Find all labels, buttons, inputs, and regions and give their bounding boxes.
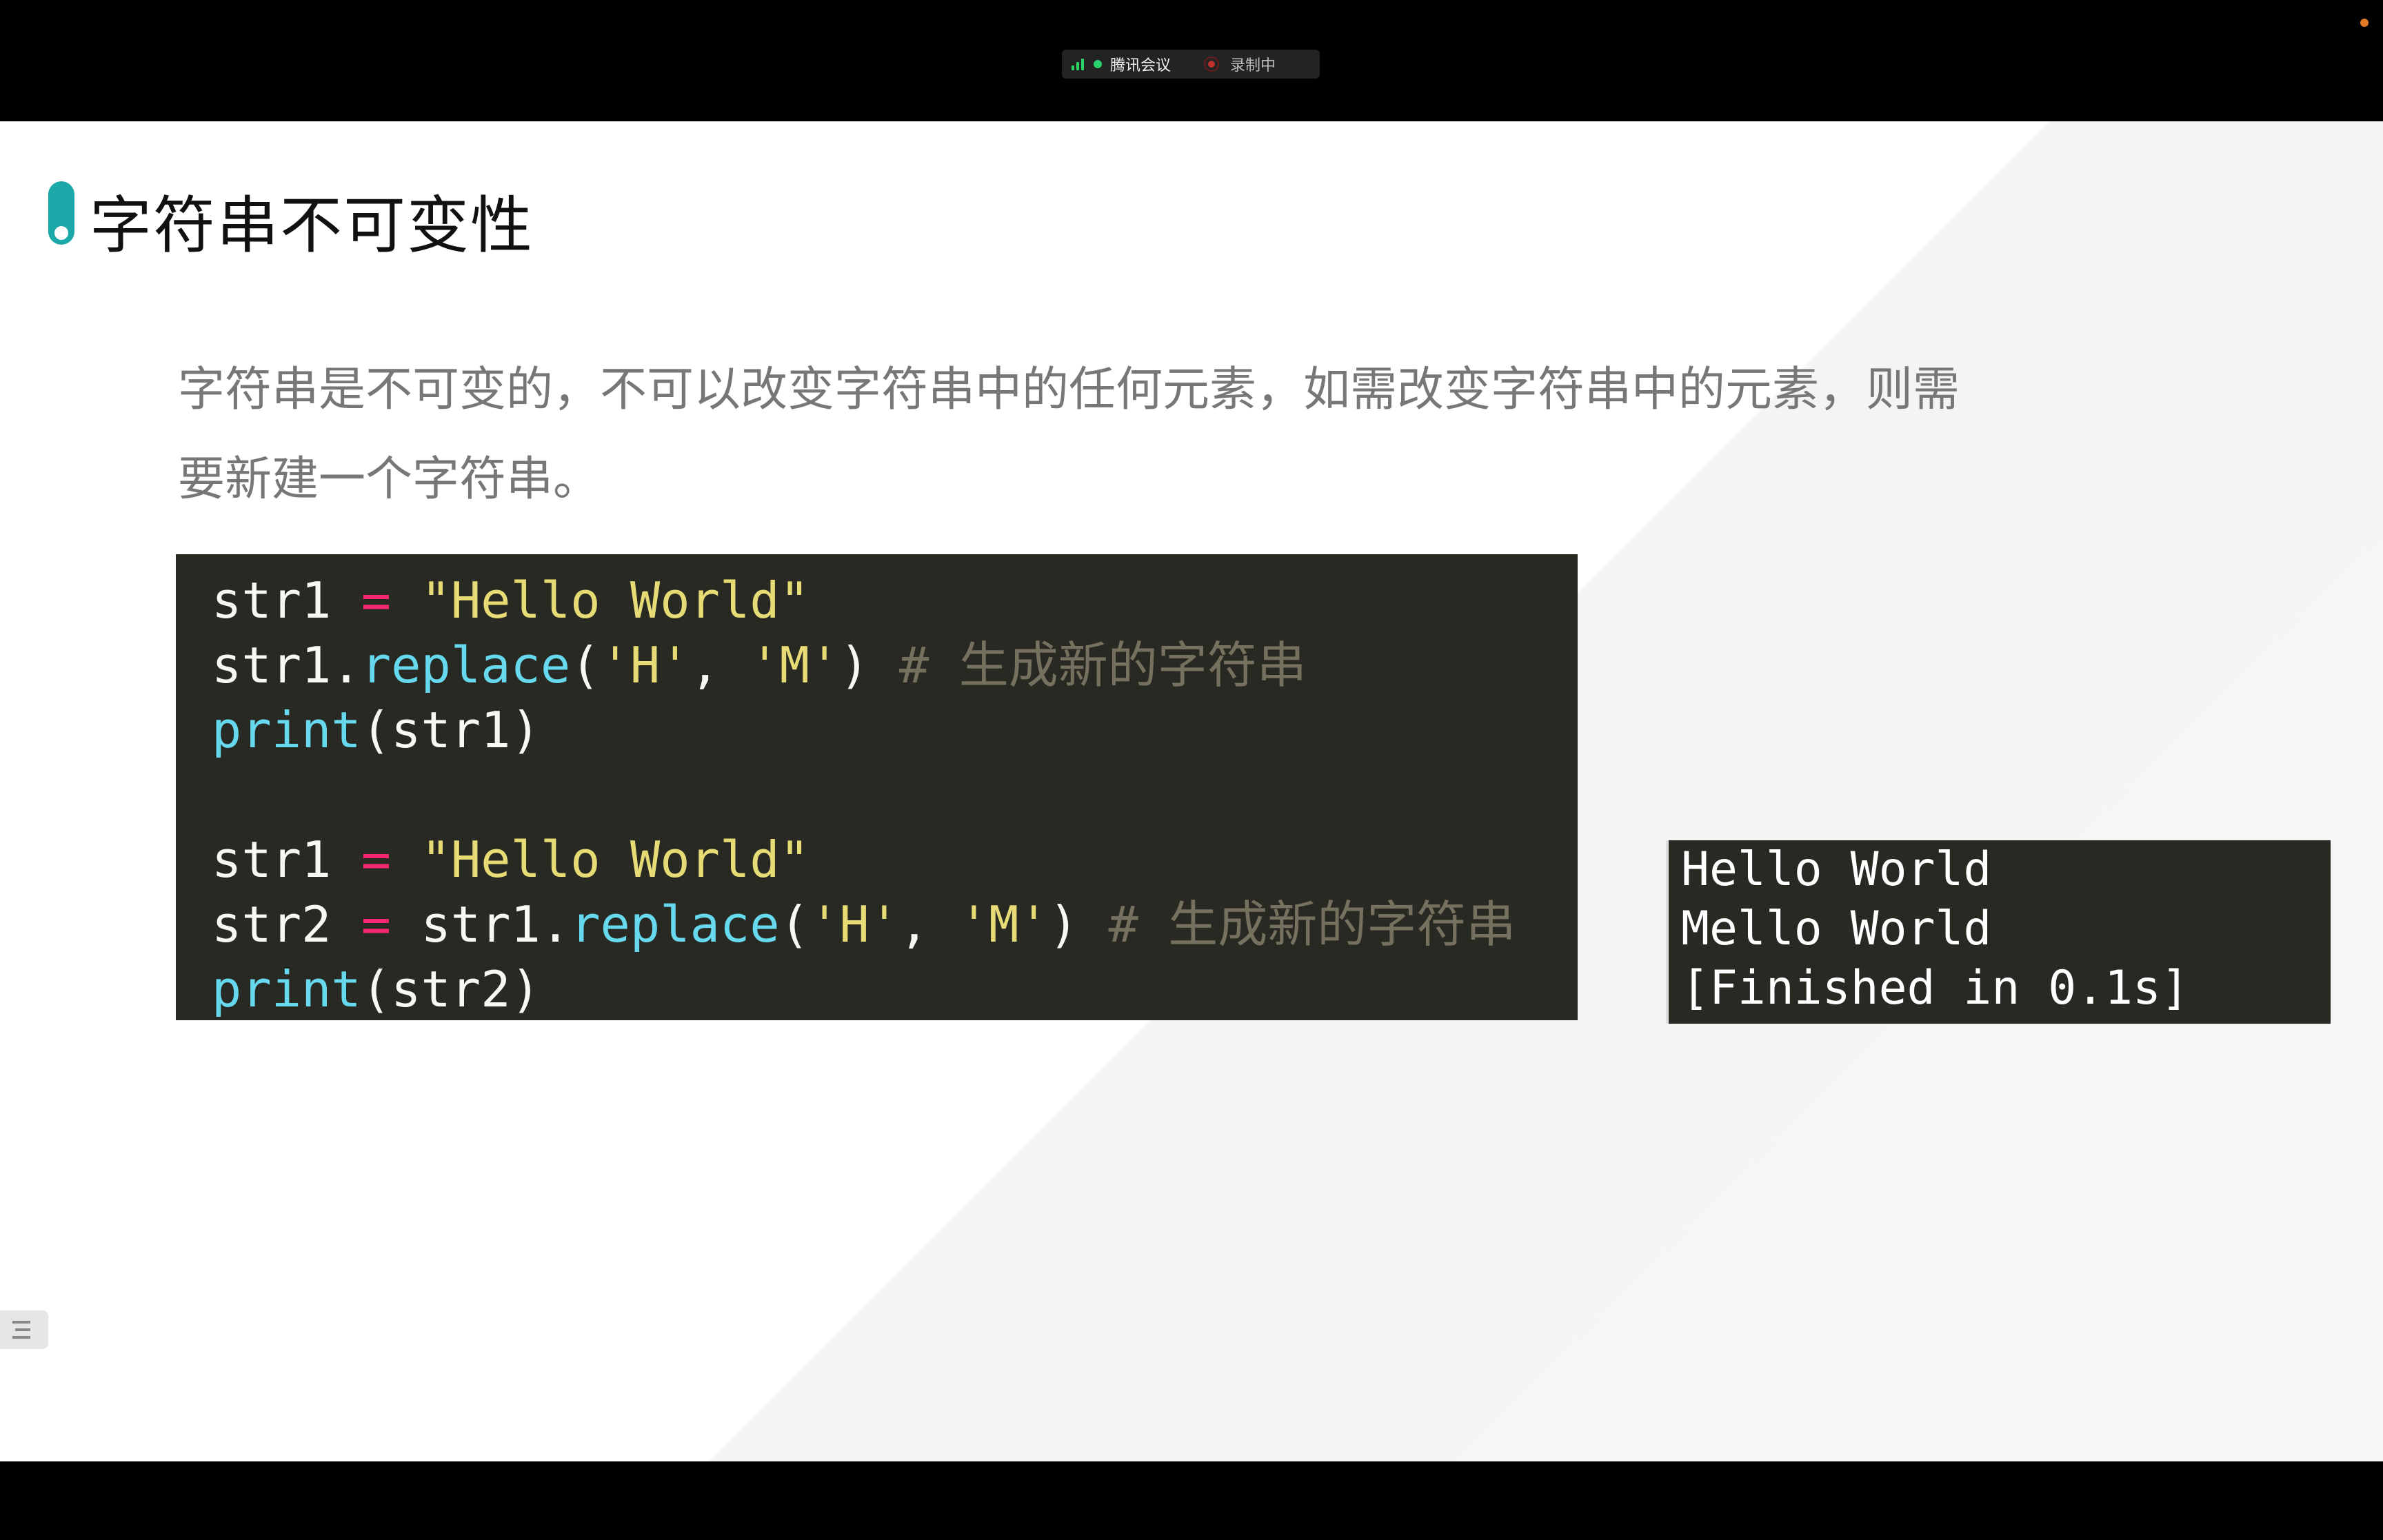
code-line-3: print(str1) <box>212 698 1578 762</box>
code-token: , <box>899 895 959 953</box>
slide-title: 字符串不可变性 <box>90 190 534 262</box>
bottom-bar <box>0 1461 2383 1540</box>
record-icon[interactable] <box>1204 57 1220 72</box>
recording-label: 录制中 <box>1230 57 1276 74</box>
code-token: "Hello World" <box>421 831 810 889</box>
code-token: 'H' <box>810 895 900 953</box>
slide-description: 字符串是不可变的，不可以改变字符串中的任何元素，如需改变字符串中的元素，则需 要… <box>178 345 2109 525</box>
title-marker-icon <box>48 181 74 245</box>
code-token: = <box>361 831 392 889</box>
code-token: print <box>212 701 361 759</box>
signal-icon <box>1072 58 1084 70</box>
code-token: str1 <box>212 831 361 889</box>
console-output: Hello World Mello World [Finished in 0.1… <box>1666 840 2331 1024</box>
meeting-status-pill[interactable]: 腾讯会议 录制中 <box>1062 50 1320 79</box>
list-icon[interactable] <box>0 1310 48 1349</box>
code-token: replace <box>570 895 780 953</box>
output-line: Mello World <box>1681 902 1992 956</box>
code-comment: # 生成新的字符串 <box>899 636 1307 694</box>
code-token: print <box>212 960 361 1018</box>
code-line-5: str1 = "Hello World" <box>212 827 1578 892</box>
code-token: str2 <box>212 895 361 953</box>
code-token: = <box>361 571 392 629</box>
description-line: 要新建一个字符串。 <box>178 452 601 507</box>
code-line-2: str1.replace('H', 'M') # 生成新的字符串 <box>212 633 1578 698</box>
code-token: (str2) <box>361 960 541 1018</box>
code-token: replace <box>361 636 571 694</box>
code-token: ( <box>779 895 810 953</box>
code-line-6: str2 = str1.replace('H', 'M') # 生成新的字符串 <box>212 892 1578 957</box>
code-token: 'M' <box>750 636 840 694</box>
code-token: ( <box>570 636 601 694</box>
code-token: , <box>690 636 750 694</box>
output-line: [Finished in 0.1s] <box>1681 961 2189 1015</box>
code-token: (str1) <box>361 701 541 759</box>
code-token: "Hello World" <box>421 571 810 629</box>
code-comment: # 生成新的字符串 <box>1108 895 1516 953</box>
code-token: ) <box>839 636 900 694</box>
meeting-app-label: 腾讯会议 <box>1110 57 1172 74</box>
description-line: 字符串是不可变的，不可以改变字符串中的任何元素，如需改变字符串中的元素，则需 <box>178 363 1960 417</box>
meeting-top-bar: 腾讯会议 录制中 <box>0 0 2383 121</box>
presentation-slide: 字符串不可变性 字符串是不可变的，不可以改变字符串中的任何元素，如需改变字符串中… <box>0 121 2383 1461</box>
code-token: ) <box>1048 895 1109 953</box>
live-status-icon <box>1094 60 1102 68</box>
code-token: str1 <box>212 571 361 629</box>
code-line-7: print(str2) <box>212 957 1578 1022</box>
code-line-1: str1 = "Hello World" <box>212 568 1578 633</box>
code-token: = <box>361 895 392 953</box>
notification-dot-icon <box>2360 19 2369 27</box>
code-token: str1. <box>391 895 571 953</box>
code-block: str1 = "Hello World" str1.replace('H', '… <box>176 554 1578 1020</box>
code-token: 'M' <box>958 895 1049 953</box>
code-token: 'H' <box>600 636 690 694</box>
code-token: str1. <box>212 636 361 694</box>
output-line: Hello World <box>1681 842 1992 897</box>
